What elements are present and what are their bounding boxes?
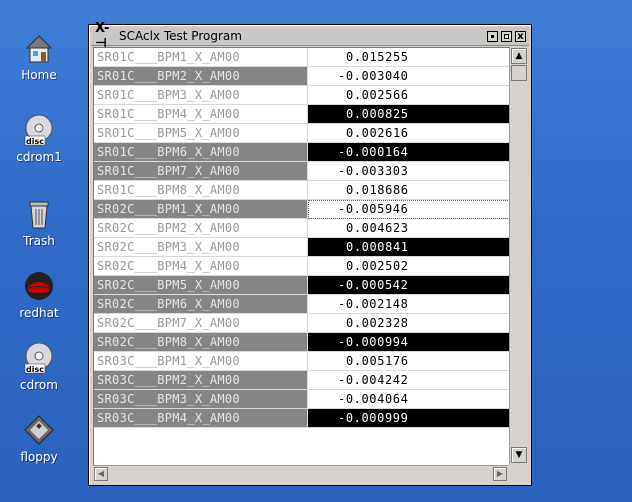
pv-name-cell: SR03C___BPM3_X_AM00 — [94, 390, 308, 409]
pv-value-cell[interactable]: 0.002502 — [308, 257, 510, 276]
close-button[interactable]: x — [515, 30, 526, 42]
table-row[interactable]: SR02C___BPM2_X_AM00 0.004623 — [94, 219, 510, 238]
pv-value-cell[interactable]: 0.004623 — [308, 219, 510, 238]
svg-text:disc: disc — [26, 365, 44, 374]
pv-value-cell[interactable]: 0.018686 — [308, 181, 510, 200]
table-row[interactable]: SR01C___BPM5_X_AM00 0.002616 — [94, 124, 510, 143]
desktop-icon-label: redhat — [19, 306, 59, 320]
pv-name-cell: SR02C___BPM2_X_AM00 — [94, 219, 308, 238]
title-bar[interactable]: X-⊣ SCAclx Test Program x — [91, 21, 529, 51]
pv-value-cell[interactable]: -0.004064 — [308, 390, 510, 409]
table-row[interactable]: SR02C___BPM5_X_AM00 -0.000542 — [94, 276, 510, 295]
pv-value-cell[interactable]: -0.000994 — [308, 333, 510, 352]
pv-value-cell[interactable]: -0.000542 — [308, 276, 510, 295]
horizontal-scrollbar[interactable]: ◀ ▶ — [93, 465, 509, 482]
table-row[interactable]: SR02C___BPM4_X_AM00 0.002502 — [94, 257, 510, 276]
app-window[interactable]: X-⊣ SCAclx Test Program x SR01C___BPM1_X… — [88, 21, 532, 486]
desktop-icon-cdrom1[interactable]: disc cdrom1 — [0, 112, 78, 164]
table-row[interactable]: SR03C___BPM4_X_AM00 -0.000999 — [94, 409, 510, 428]
pv-name-cell: SR02C___BPM7_X_AM00 — [94, 314, 308, 333]
table-row[interactable]: SR01C___BPM7_X_AM00 -0.003303 — [94, 162, 510, 181]
desktop-icon-trash[interactable]: Trash — [0, 196, 78, 248]
desktop-icon-label: Home — [21, 68, 57, 82]
table-row[interactable]: SR02C___BPM3_X_AM00 0.000841 — [94, 238, 510, 257]
table-row[interactable]: SR01C___BPM1_X_AM00 0.015255 — [94, 48, 510, 67]
desktop-icon-cdrom[interactable]: disc cdrom — [0, 340, 78, 392]
pv-name-cell: SR01C___BPM4_X_AM00 — [94, 105, 308, 124]
home-icon — [25, 35, 53, 63]
floppy-icon — [24, 415, 54, 445]
pv-value-cell[interactable]: -0.000164 — [308, 143, 510, 162]
pv-name-cell: SR01C___BPM2_X_AM00 — [94, 67, 308, 86]
desktop-icon-label: cdrom — [20, 378, 58, 392]
table-row[interactable]: SR03C___BPM1_X_AM00 0.005176 — [94, 352, 510, 371]
pv-name-cell: SR02C___BPM3_X_AM00 — [94, 238, 308, 257]
desktop-icon-label: cdrom1 — [16, 150, 62, 164]
table-row[interactable]: SR02C___BPM1_X_AM00 -0.005946 — [94, 200, 510, 219]
table-row[interactable]: SR01C___BPM6_X_AM00 -0.000164 — [94, 143, 510, 162]
pv-value-cell[interactable]: 0.002616 — [308, 124, 510, 143]
desktop-icon-label: Trash — [23, 234, 55, 248]
redhat-icon — [25, 272, 53, 300]
pv-name-cell: SR03C___BPM2_X_AM00 — [94, 371, 308, 390]
table-row[interactable]: SR03C___BPM2_X_AM00 -0.004242 — [94, 371, 510, 390]
pv-name-cell: SR01C___BPM1_X_AM00 — [94, 48, 308, 67]
desktop-icon-floppy[interactable]: floppy — [0, 412, 78, 464]
pv-name-cell: SR02C___BPM1_X_AM00 — [94, 200, 308, 219]
maximize-button[interactable] — [501, 30, 512, 42]
trash-icon — [29, 201, 49, 229]
pv-name-cell: SR03C___BPM1_X_AM00 — [94, 352, 308, 371]
table-row[interactable]: SR01C___BPM8_X_AM00 0.018686 — [94, 181, 510, 200]
vertical-scrollbar[interactable]: ▲ ▼ — [509, 47, 528, 465]
table-row[interactable]: SR02C___BPM8_X_AM00 -0.000994 — [94, 333, 510, 352]
pv-name-cell: SR01C___BPM5_X_AM00 — [94, 124, 308, 143]
table-row[interactable]: SR03C___BPM3_X_AM00 -0.004064 — [94, 390, 510, 409]
pv-value-cell[interactable]: -0.005946 — [308, 200, 510, 219]
pv-value-cell[interactable]: -0.000999 — [308, 409, 510, 428]
bpm-table[interactable]: SR01C___BPM1_X_AM00 0.015255 SR01C___BPM2_… — [93, 47, 510, 466]
svg-text:disc: disc — [26, 137, 44, 146]
pv-value-cell[interactable]: -0.002148 — [308, 295, 510, 314]
scroll-thumb[interactable] — [511, 65, 527, 81]
pv-name-cell: SR02C___BPM5_X_AM00 — [94, 276, 308, 295]
minimize-button[interactable] — [487, 30, 498, 42]
table-row[interactable]: SR01C___BPM2_X_AM00 -0.003040 — [94, 67, 510, 86]
desktop-icon-home[interactable]: Home — [0, 30, 78, 82]
scroll-up-button[interactable]: ▲ — [511, 48, 527, 64]
pv-name-cell: SR02C___BPM4_X_AM00 — [94, 257, 308, 276]
desktop-icon-label: floppy — [20, 450, 58, 464]
pv-value-cell[interactable]: -0.003040 — [308, 67, 510, 86]
pv-name-cell: SR01C___BPM6_X_AM00 — [94, 143, 308, 162]
window-title: SCAclx Test Program — [119, 29, 242, 43]
pv-name-cell: SR01C___BPM7_X_AM00 — [94, 162, 308, 181]
pv-name-cell: SR01C___BPM3_X_AM00 — [94, 86, 308, 105]
table-row[interactable]: SR02C___BPM7_X_AM00 0.002328 — [94, 314, 510, 333]
pv-value-cell[interactable]: 0.002328 — [308, 314, 510, 333]
disc-icon: disc — [24, 114, 53, 146]
table-row[interactable]: SR01C___BPM3_X_AM00 0.002566 — [94, 86, 510, 105]
table-row[interactable]: SR02C___BPM6_X_AM00 -0.002148 — [94, 295, 510, 314]
pv-name-cell: SR02C___BPM6_X_AM00 — [94, 295, 308, 314]
pv-value-cell[interactable]: 0.000841 — [308, 238, 510, 257]
scroll-down-button[interactable]: ▼ — [511, 447, 527, 463]
pv-value-cell[interactable]: 0.015255 — [308, 48, 510, 67]
pv-name-cell: SR01C___BPM8_X_AM00 — [94, 181, 308, 200]
pv-value-cell[interactable]: 0.000825 — [308, 105, 510, 124]
pv-name-cell: SR02C___BPM8_X_AM00 — [94, 333, 308, 352]
scroll-right-button[interactable]: ▶ — [493, 467, 507, 481]
pv-value-cell[interactable]: 0.002566 — [308, 86, 510, 105]
pv-name-cell: SR03C___BPM4_X_AM00 — [94, 409, 308, 428]
desktop-icon-redhat[interactable]: redhat — [0, 268, 78, 320]
table-row[interactable]: SR01C___BPM4_X_AM00 0.000825 — [94, 105, 510, 124]
pv-value-cell[interactable]: -0.004242 — [308, 371, 510, 390]
pv-value-cell[interactable]: -0.003303 — [308, 162, 510, 181]
pv-value-cell[interactable]: 0.005176 — [308, 352, 510, 371]
disc-icon: disc — [24, 342, 53, 374]
scroll-left-button[interactable]: ◀ — [94, 467, 108, 481]
